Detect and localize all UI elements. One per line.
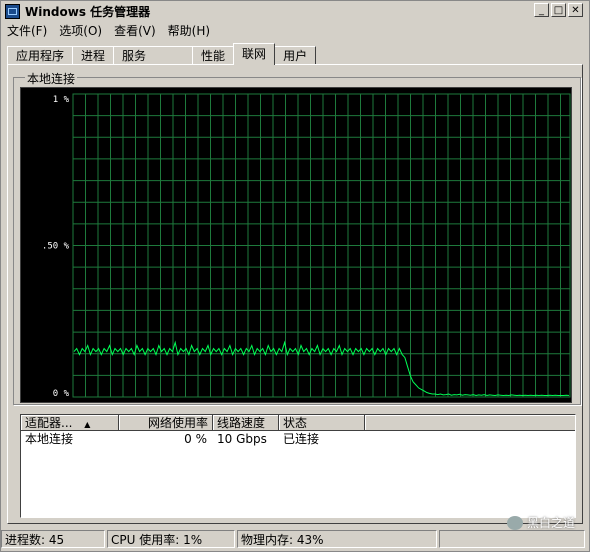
list-header: 适配器... ▲ 网络使用率 线路速度 状态 xyxy=(21,415,575,431)
tab-users[interactable]: 用户 xyxy=(274,46,317,65)
status-empty xyxy=(439,530,585,548)
status-cpu: CPU 使用率: 1% xyxy=(107,530,235,548)
menu-file[interactable]: 文件(F) xyxy=(7,22,47,39)
tab-strip: 应用程序 进程 服务 性能 联网 用户 xyxy=(7,43,317,65)
wechat-icon xyxy=(506,515,523,530)
menu-bar: 文件(F) 选项(O) 查看(V) 帮助(H) xyxy=(1,21,216,39)
adapter-name: 本地连接 xyxy=(25,432,74,446)
watermark: 黑白之道 xyxy=(506,514,575,531)
minimize-button[interactable]: _ xyxy=(534,3,549,17)
title-bar[interactable]: Windows 任务管理器 _ □ ✕ xyxy=(1,1,589,21)
status-memory: 物理内存: 43% xyxy=(237,530,437,548)
col-adapter-label: 适配器... xyxy=(25,416,73,430)
col-adapter[interactable]: 适配器... ▲ xyxy=(21,415,119,431)
maximize-button[interactable]: □ xyxy=(551,3,566,17)
close-button[interactable]: ✕ xyxy=(568,3,583,17)
col-status[interactable]: 状态 xyxy=(279,415,365,431)
watermark-text: 黑白之道 xyxy=(526,516,575,530)
y-tick-label: 0 % xyxy=(53,389,70,399)
network-usage-graph: 1 % .50 % 0 % xyxy=(20,87,572,403)
col-speed[interactable]: 线路速度 xyxy=(213,415,279,431)
tab-networking[interactable]: 联网 xyxy=(233,43,276,65)
list-item[interactable]: 本地连接 0 % 10 Gbps 已连接 xyxy=(21,431,575,447)
menu-options[interactable]: 选项(O) xyxy=(59,22,102,39)
task-manager-window: Windows 任务管理器 _ □ ✕ 文件(F) 选项(O) 查看(V) 帮助… xyxy=(0,0,590,552)
tab-applications[interactable]: 应用程序 xyxy=(7,46,74,65)
status-bar: 进程数: 45 CPU 使用率: 1% 物理内存: 43% xyxy=(1,530,589,550)
network-chart: 1 % .50 % 0 % xyxy=(42,93,571,399)
adapter-usage: 0 % xyxy=(184,432,207,446)
adapter-list: 适配器... ▲ 网络使用率 线路速度 状态 本地连接 0 % 10 Gbps … xyxy=(20,414,576,518)
tab-services[interactable]: 服务 xyxy=(113,46,194,65)
col-filler xyxy=(365,415,575,431)
tab-performance[interactable]: 性能 xyxy=(192,46,235,65)
status-processes: 进程数: 45 xyxy=(1,530,105,548)
task-manager-icon xyxy=(5,3,20,19)
adapter-speed: 10 Gbps xyxy=(217,432,267,446)
graph-group-label: 本地连接 xyxy=(25,70,78,87)
y-tick-label: .50 % xyxy=(42,242,70,252)
sort-ascending-icon: ▲ xyxy=(84,420,91,429)
adapter-status: 已连接 xyxy=(283,432,320,446)
col-usage[interactable]: 网络使用率 xyxy=(119,415,213,431)
menu-view[interactable]: 查看(V) xyxy=(114,22,156,39)
tab-processes[interactable]: 进程 xyxy=(72,46,115,65)
window-title: Windows 任务管理器 xyxy=(25,4,151,19)
y-tick-label: 1 % xyxy=(53,95,70,105)
menu-help[interactable]: 帮助(H) xyxy=(168,22,210,39)
